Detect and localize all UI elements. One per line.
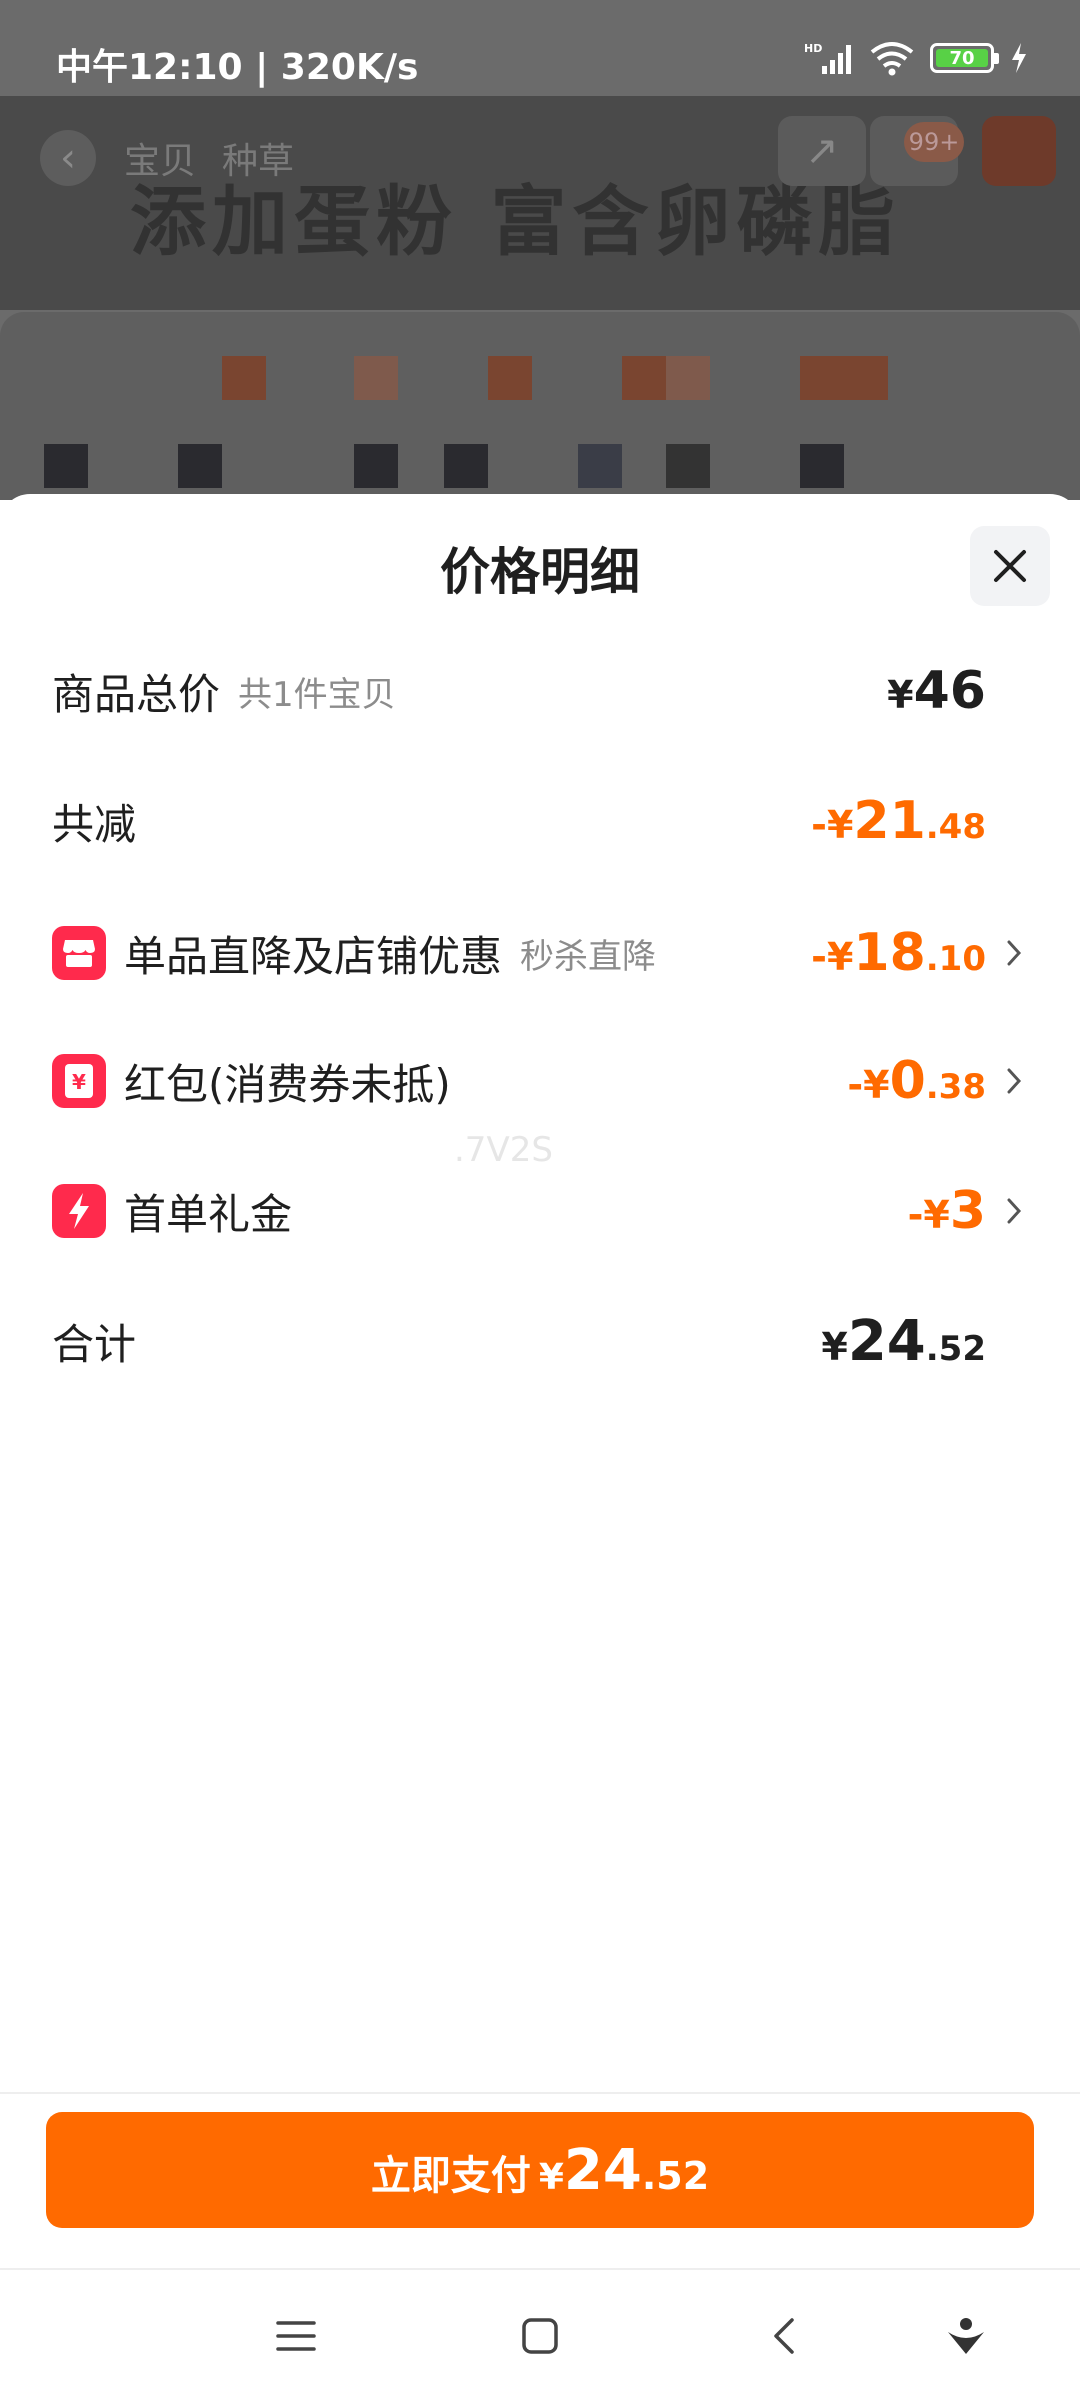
charging-icon [1012,43,1026,73]
row-label: 单品直降及店铺优惠 [124,931,503,981]
pay-now-button[interactable]: 立即支付 ¥ 24 .52 [46,2112,1034,2228]
nav-home-button[interactable] [510,2306,570,2366]
red-packet-icon: ¥ [52,1054,106,1108]
shop-discount-amount: -¥18.10 [811,923,986,983]
battery-level: 70 [936,48,988,69]
row-label: 合计 [52,1319,137,1369]
row-grand-total: 合计 ¥24.52 [52,1296,1028,1386]
pay-int: 24 [563,2138,642,2203]
watermark: .7V2S [454,1130,553,1170]
row-red-packet[interactable]: ¥ 红包(消费券未抵) -¥0.38 [52,1036,1028,1126]
row-label: 商品总价 [52,669,221,719]
total-discount-amount: -¥21.48 [811,791,986,851]
row-sub: 共1件宝贝 [238,674,396,715]
nav-menu-button[interactable] [266,2306,326,2366]
chevron-right-icon [1000,1191,1028,1231]
nav-back-button[interactable] [754,2306,814,2366]
goods-total-amount: ¥46 [887,661,986,721]
pay-divider [0,2092,1080,2094]
share-icon: ↗ [778,116,866,186]
shop-icon [52,926,106,980]
pay-dec: .52 [641,2154,710,2198]
row-label: 红包(消费券未抵) [124,1059,451,1109]
svg-text:HD: HD [804,42,822,55]
close-icon [994,550,1026,582]
battery-icon: 70 [930,43,999,73]
status-time: 中午12:10 | 320K/s [56,47,419,88]
status-icons: HD 70 [804,38,1028,78]
status-bar: 中午12:10 | 320K/s HD 70 [0,0,1080,96]
pay-sign: ¥ [538,2157,564,2198]
first-order-amount: -¥3 [907,1181,986,1241]
row-label: 共减 [52,799,137,849]
cart-icon: 99+ [870,116,964,186]
row-goods-total: 商品总价 共1件宝贝 ¥46 [52,646,1028,736]
red-packet-amount: -¥0.38 [847,1051,986,1111]
row-total-discount: 共减 -¥21.48 [52,776,1028,866]
pay-label: 立即支付 [370,2153,531,2199]
row-label: 首单礼金 [124,1189,293,1239]
back-arrow-icon [774,2318,794,2354]
chevron-right-icon [1000,933,1028,973]
nav-assistant-button[interactable] [936,2306,996,2366]
close-button[interactable] [970,526,1050,606]
system-nav-bar [0,2270,1080,2400]
back-icon: ‹ [40,130,96,186]
lightning-icon [52,1184,106,1238]
row-sub: 秒杀直降 [520,936,657,977]
row-first-order-gift[interactable]: 首单礼金 -¥3 [52,1166,1028,1256]
menu-icon [276,2321,316,2351]
grand-total-amount: ¥24.52 [821,1308,986,1374]
chevron-right-icon [1000,1061,1028,1101]
more-icon [982,116,1056,186]
background-card [0,312,1080,500]
assistant-icon [948,2318,984,2354]
cart-badge: 99+ [904,122,964,162]
svg-text:¥: ¥ [72,1070,86,1094]
sheet-title: 价格明细 [440,543,640,601]
home-square-icon [522,2318,558,2354]
hd-signal-icon: HD [804,42,851,74]
wifi-icon [870,42,914,76]
row-shop-discount[interactable]: 单品直降及店铺优惠 秒杀直降 -¥18.10 [52,908,1028,998]
